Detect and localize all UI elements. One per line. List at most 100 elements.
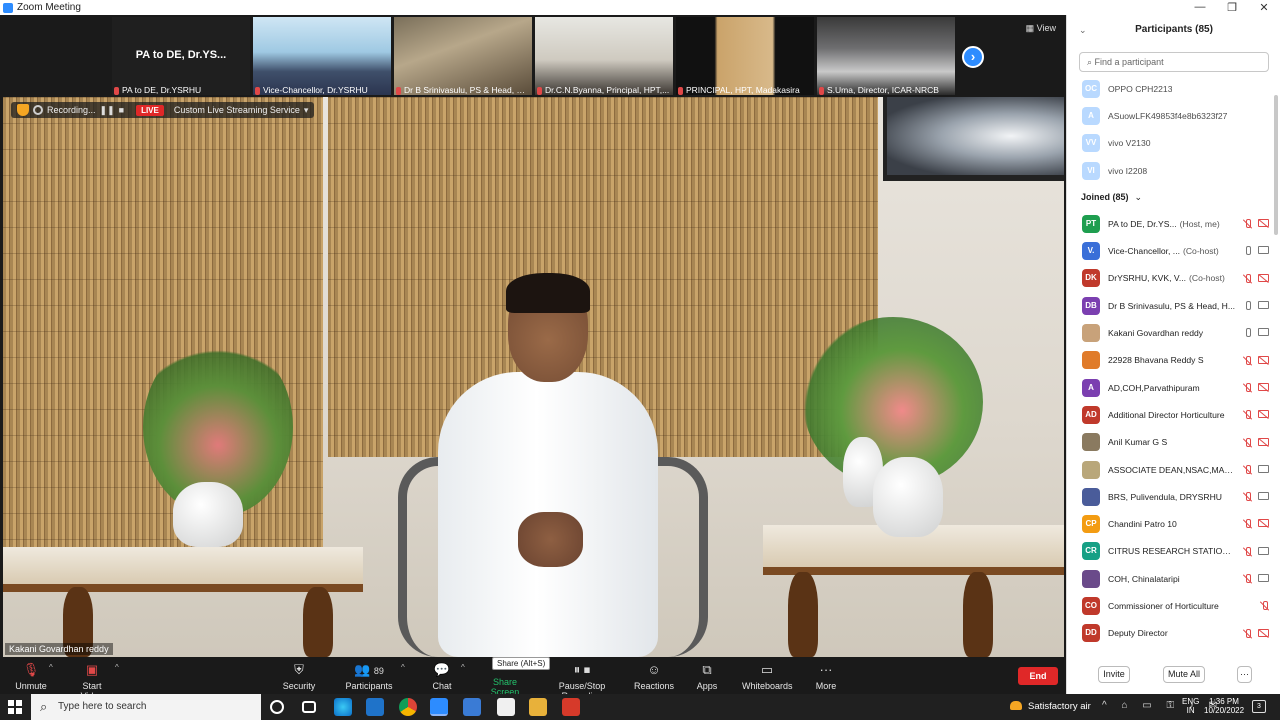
avatar: DK <box>1082 269 1100 288</box>
reactions-button[interactable]: ☺ Reactions <box>634 663 674 692</box>
video-icon <box>1258 246 1269 255</box>
video-tile[interactable]: Dr.C.N.Byanna, Principal, HPT,... <box>535 17 673 95</box>
participant-row[interactable]: CR CITRUS RESEARCH STATION-TI... <box>1067 538 1273 565</box>
participant-name: Kakani Govardhan reddy <box>1108 328 1204 339</box>
windows-taskbar: Type here to search Satisfactory air ^ ⌂… <box>0 694 1280 720</box>
view-button[interactable]: ▦ View <box>1026 23 1056 34</box>
participant-row[interactable]: CP Chandini Patro 10 <box>1067 510 1273 537</box>
pause-recording-icon[interactable]: ❚❚ <box>100 105 115 116</box>
video-tile[interactable]: S.Uma, Director, ICAR-NRCB <box>817 17 955 95</box>
taskbar-clock[interactable]: 1:36 PM 10/20/2022 <box>1204 697 1244 715</box>
weather-widget[interactable]: Satisfactory air <box>1010 701 1091 712</box>
video-off-icon <box>1258 437 1269 446</box>
participant-row[interactable]: AD Additional Director Horticulture <box>1067 401 1273 428</box>
participant-row[interactable]: COH, Chinalataripi <box>1067 565 1273 592</box>
invite-button[interactable]: Invite <box>1098 666 1130 683</box>
collapse-panel-icon[interactable]: ⌄ <box>1079 15 1087 45</box>
active-speaker-video: Recording... ❚❚ ■ LIVE Custom Live Strea… <box>3 97 1064 657</box>
mic-muted-icon <box>1243 546 1252 557</box>
video-tile[interactable]: PRINCIPAL, HPT, Madakasira <box>676 17 814 95</box>
participant-row[interactable]: DD Deputy Director <box>1067 620 1273 647</box>
file-explorer-icon[interactable] <box>529 698 547 716</box>
more-button[interactable]: ··· More <box>812 662 840 692</box>
participants-button[interactable]: 👥 89 Participants <box>344 663 394 692</box>
participants-options-caret[interactable]: ^ <box>401 663 405 672</box>
stop-recording-icon[interactable]: ■ <box>119 105 124 115</box>
zoom-taskbar-icon[interactable] <box>430 698 448 716</box>
minimize-button[interactable]: — <box>1184 1 1216 14</box>
participant-row[interactable]: Anil Kumar G S <box>1067 429 1273 456</box>
end-meeting-button[interactable]: End <box>1018 667 1058 685</box>
participant-row[interactable]: A AD,COH,Parvathipuram <box>1067 374 1273 401</box>
edge-icon[interactable] <box>334 698 352 716</box>
participant-row[interactable]: V. Vice-Chancellor, ... (Co-host) <box>1067 237 1273 264</box>
chevron-down-icon[interactable]: ▾ <box>304 105 309 116</box>
participant-row[interactable]: OC OPPO CPH2213 <box>1067 75 1273 102</box>
language-code: ENG <box>1182 697 1200 706</box>
audio-options-caret[interactable]: ^ <box>49 663 53 672</box>
more-icon: ··· <box>819 662 833 677</box>
participant-row[interactable]: BRS, Pulivendula, DRYSRHU <box>1067 483 1273 510</box>
next-page-icon[interactable]: › <box>962 46 984 68</box>
video-icon <box>1258 574 1269 583</box>
participant-status-icons <box>1243 628 1269 639</box>
notification-icon[interactable]: 3 <box>1252 700 1266 713</box>
language-indicator[interactable]: ENG IN <box>1182 697 1199 715</box>
flower-pot <box>173 482 243 547</box>
participant-status-icons <box>1243 219 1269 229</box>
taskbar-search-input[interactable]: Type here to search <box>31 694 261 720</box>
mute-all-button[interactable]: Mute All <box>1163 666 1205 683</box>
unmute-button[interactable]: 🎙 Unmute <box>14 663 48 692</box>
participants-panel: ⌄ Participants (85) ⌕ Find a participant… <box>1066 15 1280 694</box>
security-button[interactable]: ⛨ Security <box>282 663 316 692</box>
participant-status-icons <box>1260 601 1269 611</box>
video-options-caret[interactable]: ^ <box>115 663 119 672</box>
video-icon <box>1258 328 1269 337</box>
participant-row[interactable]: A ASuowLFK49853f4e8b6323f27 <box>1067 102 1273 129</box>
participant-name: COH, Chinalataripi <box>1108 573 1180 584</box>
panel-scrollbar[interactable] <box>1274 95 1278 235</box>
participant-row[interactable]: VV vivo V2130 <box>1067 130 1273 157</box>
mail-icon[interactable] <box>366 698 384 716</box>
participant-status-icons <box>1243 437 1269 448</box>
participant-row[interactable]: DK DrYSRHU, KVK, V... (Co-host) <box>1067 265 1273 292</box>
tile-name: Dr B Srinivasulu, PS & Head, HRS... <box>396 85 530 95</box>
video-tile[interactable]: PA to DE, Dr.YS... PA to DE, Dr.YSRHU <box>112 17 250 95</box>
close-button[interactable]: ✕ <box>1248 1 1280 14</box>
maximize-button[interactable]: ❐ <box>1216 1 1248 14</box>
video-tile[interactable]: Vice-Chancellor, Dr.YSRHU <box>253 17 391 95</box>
joined-section-header[interactable]: Joined (85) ⌄ <box>1067 184 1273 210</box>
task-view-icon[interactable] <box>302 701 316 713</box>
cortana-icon[interactable] <box>270 700 284 714</box>
tile-name: Dr.C.N.Byanna, Principal, HPT,... <box>537 85 671 95</box>
wall-tv <box>883 97 1064 181</box>
clock-time: 1:36 PM <box>1209 697 1239 706</box>
table-leg <box>788 572 818 657</box>
avatar: DB <box>1082 296 1100 315</box>
whiteboards-button[interactable]: ▭ Whiteboards <box>742 663 793 692</box>
participant-search-input[interactable]: ⌕ Find a participant <box>1079 52 1269 72</box>
chrome-icon[interactable] <box>399 698 417 716</box>
video-off-icon <box>1258 519 1269 528</box>
participant-row[interactable]: VI vivo I2208 <box>1067 157 1273 184</box>
app-icon[interactable] <box>463 698 481 716</box>
participant-row[interactable]: Kakani Govardhan reddy <box>1067 319 1273 346</box>
participant-row[interactable]: ASSOCIATE DEAN,NSAC,MARK... <box>1067 456 1273 483</box>
language-region: IN <box>1186 706 1195 715</box>
avatar <box>1082 351 1100 370</box>
speaker-name-label: Kakani Govardhan reddy <box>5 643 113 655</box>
participant-row[interactable]: CO Commissioner of Horticulture <box>1067 592 1273 619</box>
live-stream-service[interactable]: Custom Live Streaming Service <box>174 105 300 115</box>
apps-button[interactable]: ⧉ Apps <box>694 663 720 692</box>
video-tile[interactable]: Dr B Srinivasulu, PS & Head, HRS... <box>394 17 532 95</box>
participant-row[interactable]: 22928 Bhavana Reddy S <box>1067 347 1273 374</box>
more-options-button[interactable]: ··· <box>1237 666 1252 683</box>
store-icon[interactable] <box>497 698 515 716</box>
chat-button[interactable]: 💬 Chat <box>430 663 454 692</box>
windows-start-icon[interactable] <box>8 700 22 714</box>
chat-options-caret[interactable]: ^ <box>461 663 465 672</box>
avatar: V. <box>1082 242 1100 261</box>
participant-row[interactable]: DB Dr B Srinivasulu, PS & Head, H... <box>1067 292 1273 319</box>
participant-row[interactable]: PT PA to DE, Dr.YS... (Host, me) <box>1067 210 1273 237</box>
media-app-icon[interactable] <box>562 698 580 716</box>
